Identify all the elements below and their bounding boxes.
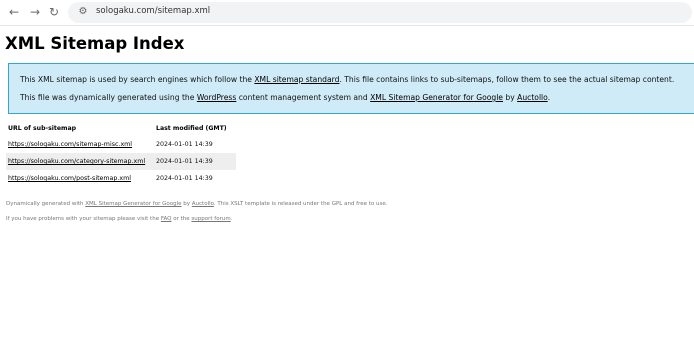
site-settings-icon[interactable]: ⚙ bbox=[76, 5, 90, 19]
sitemap-standard-link[interactable]: XML sitemap standard bbox=[254, 75, 339, 84]
sitemap-link[interactable]: https://sologaku.com/category-sitemap.xm… bbox=[8, 158, 145, 165]
generator-link[interactable]: XML Sitemap Generator for Google bbox=[370, 93, 503, 102]
sitemap-table: URL of sub-sitemap Last modified (GMT) h… bbox=[6, 121, 236, 187]
footer-text: If you have problems with your sitemap p… bbox=[6, 216, 161, 222]
column-header-url: URL of sub-sitemap bbox=[8, 125, 77, 132]
sitemap-link[interactable]: https://sologaku.com/sitemap-misc.xml bbox=[8, 141, 132, 148]
footer-text: . This XSLT template is released under t… bbox=[213, 201, 388, 207]
column-header-modified: Last modified (GMT) bbox=[156, 125, 227, 132]
intro-text: . bbox=[547, 93, 551, 102]
intro-text: by bbox=[502, 93, 518, 102]
footer-auctollo-link[interactable]: Auctollo bbox=[192, 201, 214, 207]
reload-icon[interactable]: ↻ bbox=[46, 4, 62, 20]
footer-text: . bbox=[230, 216, 233, 222]
intro-line-2: This file was dynamically generated usin… bbox=[20, 93, 550, 102]
forward-arrow-icon[interactable]: → bbox=[27, 4, 43, 20]
footer-text: Dynamically generated with bbox=[6, 201, 86, 207]
table-row: https://sologaku.com/post-sitemap.xml 20… bbox=[6, 170, 236, 187]
intro-text: content management system and bbox=[236, 93, 371, 102]
footer-text: by bbox=[181, 201, 192, 207]
page-title: XML Sitemap Index bbox=[5, 34, 185, 53]
support-forum-link[interactable]: support forum bbox=[191, 216, 230, 222]
footer-text: or the bbox=[171, 216, 192, 222]
table-cell-url: https://sologaku.com/sitemap-misc.xml bbox=[6, 136, 154, 153]
table-cell-url: https://sologaku.com/category-sitemap.xm… bbox=[6, 153, 154, 170]
table-cell-modified: 2024-01-01 14:39 bbox=[156, 141, 213, 148]
sitemap-link[interactable]: https://sologaku.com/post-sitemap.xml bbox=[8, 175, 131, 182]
url-text[interactable]: sologaku.com/sitemap.xml bbox=[96, 6, 210, 16]
intro-line-1: This XML sitemap is used by search engin… bbox=[20, 75, 674, 84]
table-cell-modified: 2024-01-01 14:39 bbox=[156, 175, 213, 182]
intro-text: This XML sitemap is used by search engin… bbox=[20, 75, 255, 84]
table-header-row: URL of sub-sitemap Last modified (GMT) bbox=[6, 121, 236, 136]
faq-link[interactable]: FAQ bbox=[161, 216, 172, 222]
intro-box: This XML sitemap is used by search engin… bbox=[8, 63, 694, 114]
table-row: https://sologaku.com/category-sitemap.xm… bbox=[6, 153, 236, 170]
table-cell-url: https://sologaku.com/post-sitemap.xml bbox=[6, 170, 154, 187]
browser-toolbar: ← → ↻ ⚙ sologaku.com/sitemap.xml bbox=[0, 0, 694, 26]
footer-line-2: If you have problems with your sitemap p… bbox=[6, 216, 232, 222]
wordpress-link[interactable]: WordPress bbox=[197, 93, 237, 102]
table-row: https://sologaku.com/sitemap-misc.xml 20… bbox=[6, 136, 236, 153]
auctollo-link[interactable]: Auctollo bbox=[517, 93, 548, 102]
footer-generator-link[interactable]: XML Sitemap Generator for Google bbox=[85, 201, 181, 207]
table-cell-modified: 2024-01-01 14:39 bbox=[154, 153, 236, 170]
address-bar[interactable]: ⚙ sologaku.com/sitemap.xml bbox=[68, 2, 692, 23]
intro-text: This file was dynamically generated usin… bbox=[20, 93, 197, 102]
footer-line-1: Dynamically generated with XML Sitemap G… bbox=[6, 201, 388, 207]
intro-text: . This file contains links to sub-sitema… bbox=[339, 75, 675, 84]
back-arrow-icon[interactable]: ← bbox=[6, 4, 22, 20]
